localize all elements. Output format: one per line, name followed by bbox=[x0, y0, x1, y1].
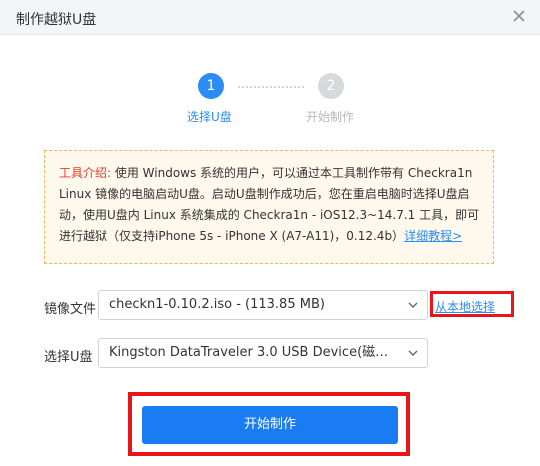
usb-value: Kingston DataTraveler 3.0 USB Device(磁盘1… bbox=[109, 345, 397, 360]
usb-label: 选择U盘 bbox=[44, 350, 93, 365]
step-1-label: 选择U盘 bbox=[187, 110, 232, 124]
step-connector bbox=[238, 86, 304, 88]
image-file-select[interactable]: checkn1-0.10.2.iso - (113.85 MB) bbox=[98, 290, 428, 320]
step-1-indicator: 1 bbox=[198, 73, 224, 99]
close-icon[interactable] bbox=[508, 5, 530, 27]
highlight-box-local bbox=[430, 291, 514, 317]
usb-select[interactable]: Kingston DataTraveler 3.0 USB Device(磁盘1… bbox=[98, 338, 428, 368]
tutorial-link[interactable]: 详细教程> bbox=[404, 229, 462, 243]
image-file-value: checkn1-0.10.2.iso - (113.85 MB) bbox=[109, 297, 325, 312]
image-file-label: 镜像文件 bbox=[44, 302, 97, 317]
chevron-down-icon bbox=[408, 302, 418, 308]
chevron-down-icon bbox=[408, 350, 418, 356]
step-2-indicator: 2 bbox=[318, 73, 344, 99]
title-bar: 制作越狱U盘 bbox=[0, 0, 540, 35]
start-button[interactable]: 开始制作 bbox=[142, 406, 398, 444]
window-title: 制作越狱U盘 bbox=[16, 12, 97, 28]
step-2-label: 开始制作 bbox=[306, 110, 355, 124]
tool-intro-box: 工具介绍: 使用 Windows 系统的用户，可以通过本工具制作带有 Check… bbox=[44, 150, 494, 264]
intro-heading: 工具介绍: bbox=[59, 166, 112, 180]
